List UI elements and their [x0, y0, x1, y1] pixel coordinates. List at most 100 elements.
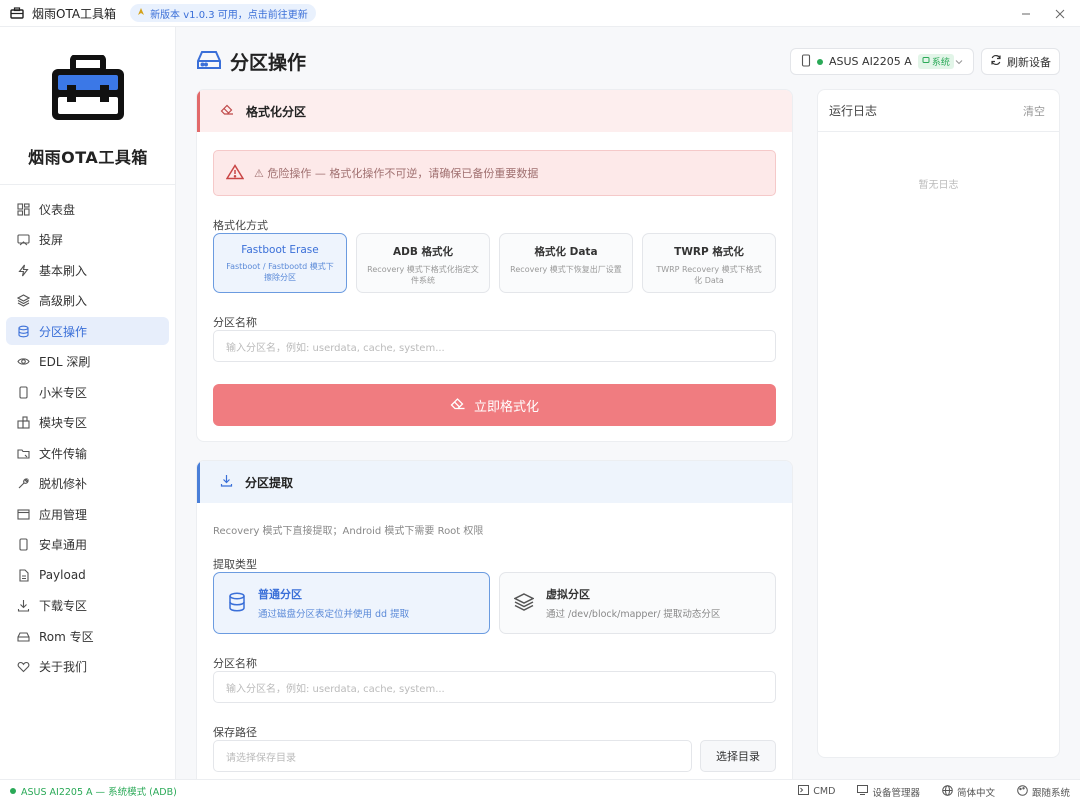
- status-badge: 系统: [917, 54, 954, 69]
- sidebar-item-label: 安卓通用: [39, 538, 88, 552]
- type-virtual-partition[interactable]: 虚拟分区 通过 /dev/block/mapper/ 提取动态分区: [499, 572, 776, 634]
- toolbox-logo-icon: [49, 54, 127, 126]
- sidebar-item-label: 下载专区: [39, 599, 88, 613]
- sidebar-item-label: 分区操作: [39, 324, 88, 339]
- language-label: 简体中文: [956, 787, 995, 799]
- status-actions: CMD 设备管理器 简体中文 跟随系统: [798, 780, 1070, 802]
- theme-button[interactable]: 跟随系统: [1017, 784, 1070, 799]
- logo-area: 烟雨OTA工具箱: [0, 27, 175, 185]
- method-desc: Recovery 模式下恢复出厂设置: [510, 265, 622, 274]
- payload-icon: [16, 568, 30, 582]
- cmd-button[interactable]: CMD: [798, 785, 835, 798]
- extract-card-title: 分区提取: [245, 475, 294, 490]
- download-icon: [16, 599, 30, 613]
- phone-icon: [801, 53, 811, 70]
- page-header: 分区操作: [196, 48, 306, 75]
- sidebar-item-offline-patch[interactable]: 脱机修补: [6, 470, 169, 498]
- sidebar-item-payload[interactable]: Payload: [6, 561, 169, 589]
- layers-icon: [16, 294, 30, 308]
- type-title: 普通分区: [258, 588, 302, 601]
- method-title: ADB 格式化: [392, 246, 453, 258]
- status-bar: ASUS AI2205 A — 系统模式 (ADB) CMD 设备管理器 简体中…: [0, 779, 1080, 802]
- sidebar-item-advanced-flash[interactable]: 高级刷入: [6, 287, 169, 315]
- download-icon: [220, 474, 233, 490]
- sidebar-item-label: Rom 专区: [39, 629, 94, 644]
- type-desc: 通过 /dev/block/mapper/ 提取动态分区: [546, 609, 721, 620]
- update-notice-text: 新版本 v1.0.3 可用，点击前往更新: [150, 9, 308, 21]
- globe-icon: [942, 784, 953, 799]
- sidebar-item-android-general[interactable]: 安卓通用: [6, 531, 169, 559]
- sidebar-item-modules[interactable]: 模块专区: [6, 409, 169, 437]
- device-selector[interactable]: ASUS AI2205 A 系统: [790, 48, 974, 75]
- method-title: Fastboot Erase: [241, 244, 319, 256]
- log-header: 运行日志 清空: [818, 90, 1059, 132]
- partition-name-label: 分区名称: [213, 657, 257, 670]
- eraser-icon: [450, 396, 466, 414]
- sidebar-item-label: 小米专区: [39, 385, 88, 400]
- puzzle-icon: [16, 416, 30, 430]
- extract-hint: Recovery 模式下直接提取；Android 模式下需要 Root 权限: [213, 526, 484, 537]
- layers-icon: [513, 592, 535, 614]
- sidebar: 烟雨OTA工具箱 仪表盘 投屏 基本刷入 高级刷入 分区操作 EDL 深刷 小米…: [0, 27, 176, 779]
- extract-partition-input[interactable]: 输入分区名，例如: userdata, cache, system...: [213, 671, 776, 703]
- sidebar-item-app-manager[interactable]: 应用管理: [6, 500, 169, 528]
- sidebar-item-label: 仪表盘: [39, 202, 76, 217]
- eye-icon: [16, 355, 30, 369]
- method-format-data[interactable]: 格式化 Data Recovery 模式下恢复出厂设置: [499, 233, 633, 293]
- rocket-icon: [136, 7, 146, 20]
- method-fastboot-erase[interactable]: Fastboot Erase Fastboot / Fastbootd 模式下擦…: [213, 233, 347, 293]
- close-button[interactable]: [1040, 0, 1080, 27]
- terminal-icon: [798, 785, 810, 798]
- update-notice[interactable]: 新版本 v1.0.3 可用，点击前往更新: [130, 4, 316, 22]
- status-dot: [10, 788, 16, 794]
- type-desc: 通过磁盘分区表定位并使用 dd 提取: [258, 609, 410, 620]
- sidebar-item-about[interactable]: 关于我们: [6, 653, 169, 681]
- method-twrp-format[interactable]: TWRP 格式化 TWRP Recovery 模式下格式化 Data: [642, 233, 776, 293]
- sidebar-item-xiaomi[interactable]: 小米专区: [6, 378, 169, 406]
- language-button[interactable]: 简体中文: [942, 784, 995, 799]
- extract-card: 分区提取 Recovery 模式下直接提取；Android 模式下需要 Root…: [196, 460, 793, 780]
- refresh-icon: [990, 54, 1002, 69]
- format-card-header: 格式化分区: [197, 90, 792, 132]
- sidebar-item-download[interactable]: 下载专区: [6, 592, 169, 620]
- sidebar-item-basic-flash[interactable]: 基本刷入: [6, 256, 169, 284]
- sidebar-item-label: 模块专区: [39, 416, 88, 430]
- warning-icon: [225, 163, 245, 183]
- type-normal-partition[interactable]: 普通分区 通过磁盘分区表定位并使用 dd 提取: [213, 572, 490, 634]
- format-now-button[interactable]: 立即格式化: [213, 384, 776, 426]
- app-title: 烟雨OTA工具箱: [32, 6, 117, 21]
- palette-icon: [1017, 784, 1028, 799]
- save-path-input[interactable]: 请选择保存目录: [213, 740, 692, 772]
- folder-icon: [16, 446, 30, 460]
- sidebar-item-partition[interactable]: 分区操作: [6, 317, 169, 345]
- pick-directory-button[interactable]: 选择目录: [700, 740, 776, 772]
- danger-warning: ⚠ 危险操作 — 格式化操作不可逆，请确保已备份重要数据: [213, 150, 776, 196]
- format-method-label: 格式化方式: [213, 219, 268, 232]
- toolbox-icon: [10, 7, 24, 19]
- format-card-title: 格式化分区: [246, 104, 307, 119]
- refresh-device-button[interactable]: 刷新设备: [981, 48, 1060, 75]
- sidebar-item-label: 基本刷入: [39, 263, 88, 278]
- cmd-label: CMD: [813, 786, 836, 797]
- sidebar-item-label: 关于我们: [39, 660, 88, 674]
- page-title: 分区操作: [230, 52, 307, 74]
- drive-icon: [196, 49, 222, 74]
- sidebar-item-rom[interactable]: Rom 专区: [6, 622, 169, 650]
- format-partition-input[interactable]: 输入分区名，例如: userdata, cache, system...: [213, 330, 776, 362]
- sync-icon: [922, 56, 930, 67]
- save-path-label: 保存路径: [213, 726, 257, 739]
- eraser-icon: [220, 103, 234, 119]
- connection-status-text: ASUS AI2205 A — 系统模式 (ADB): [21, 787, 177, 798]
- method-title: 格式化 Data: [534, 246, 598, 258]
- status-dot: [817, 58, 823, 65]
- sidebar-item-dashboard[interactable]: 仪表盘: [6, 195, 169, 223]
- brand-name: 烟雨OTA工具箱: [28, 148, 148, 167]
- sidebar-item-edl[interactable]: EDL 深刷: [6, 348, 169, 376]
- method-desc: TWRP Recovery 模式下格式化 Data: [656, 265, 762, 285]
- sidebar-item-file-transfer[interactable]: 文件传输: [6, 439, 169, 467]
- device-manager-button[interactable]: 设备管理器: [857, 785, 920, 799]
- sidebar-item-cast[interactable]: 投屏: [6, 226, 169, 254]
- sidebar-item-label: Payload: [39, 568, 86, 582]
- method-adb-format[interactable]: ADB 格式化 Recovery 模式下格式化指定文件系统: [356, 233, 490, 293]
- clear-log-button[interactable]: 清空: [1023, 103, 1045, 119]
